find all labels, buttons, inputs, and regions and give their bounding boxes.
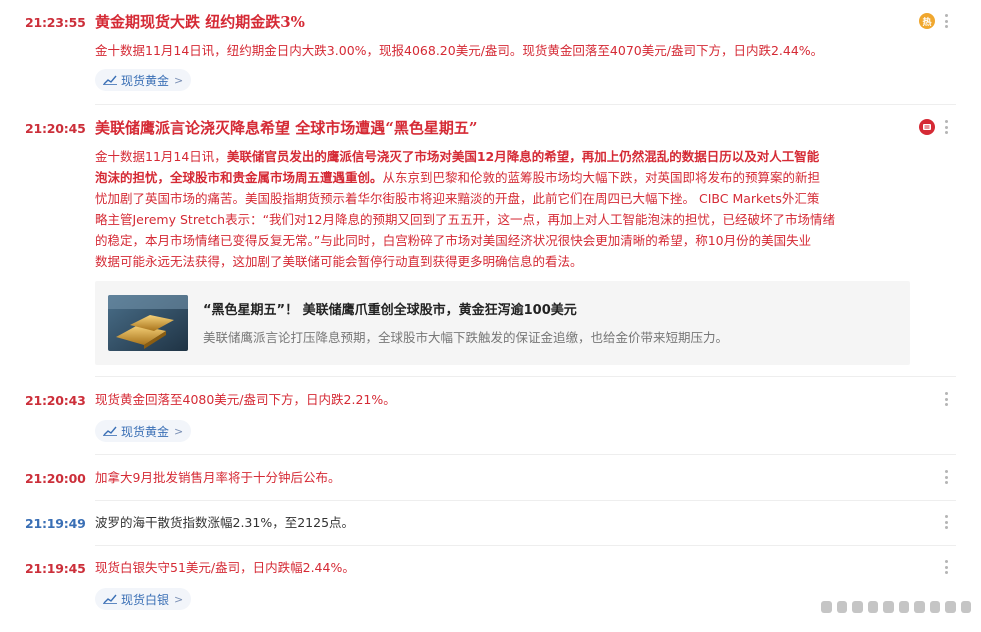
news-text: 现货黄金回落至4080美元/盎司下方，日内跌2.21%。 <box>95 392 396 407</box>
trend-chart-icon <box>103 75 117 85</box>
related-article-card[interactable]: “黑色星期五”！ 美联储鹰爪重创全球股市，黄金狂泻逾100美元 美联储鹰派言论打… <box>95 281 910 365</box>
more-vertical-icon[interactable] <box>940 12 952 30</box>
divider <box>95 500 956 501</box>
news-time: 21:19:49 <box>25 516 86 531</box>
tag-label: 现货黄金 <box>121 73 170 88</box>
more-vertical-icon[interactable] <box>940 390 952 408</box>
news-text: 波罗的海干散货指数涨幅2.31%，至2125点。 <box>95 515 355 530</box>
article-description: 美联储鹰派言论打压降息预期，全球股市大幅下跌触发的保证金追缴，也给金价带来短期压… <box>203 330 729 345</box>
divider <box>95 545 956 546</box>
article-title: “黑色星期五”！ 美联储鹰爪重创全球股市，黄金狂泻逾100美元 <box>203 303 577 318</box>
news-feed: 21:23:55 黄金期现货大跌 纽约期金跌3% 金十数据11月14日讯，纽约期… <box>0 0 981 632</box>
tag-spot-silver[interactable]: 现货白银 > <box>95 588 192 610</box>
news-time: 21:19:45 <box>25 561 86 576</box>
news-headline[interactable]: 美联储鹰派言论浇灭降息希望 全球市场遭遇“黑色星期五” <box>95 118 910 138</box>
more-vertical-icon[interactable] <box>940 118 952 136</box>
tag-label: 现货黄金 <box>121 424 170 439</box>
news-text: 加拿大9月批发销售月率将于十分钟后公布。 <box>95 470 341 485</box>
tag-spot-gold[interactable]: 现货黄金 > <box>95 420 192 442</box>
news-headline[interactable]: 黄金期现货大跌 纽约期金跌3% <box>95 12 910 32</box>
tag-spot-gold[interactable]: 现货黄金 > <box>95 69 192 91</box>
divider <box>95 376 956 377</box>
news-time: 21:20:43 <box>25 393 86 408</box>
trend-chart-icon <box>103 426 117 436</box>
important-badge-icon <box>919 119 935 135</box>
scroll-indicator[interactable] <box>821 594 971 620</box>
article-thumbnail <box>108 295 188 351</box>
news-text: 金十数据11月14日讯，美联储官员发出的鹰派信号浇灭了市场对美国12月降息的希望… <box>95 149 835 269</box>
news-text: 金十数据11月14日讯，纽约期金日内大跌3.00%，现报4068.20美元/盎司… <box>95 43 824 58</box>
more-vertical-icon[interactable] <box>940 468 952 486</box>
more-vertical-icon[interactable] <box>940 513 952 531</box>
chevron-right-icon: > <box>174 424 184 438</box>
chevron-right-icon: > <box>174 73 184 87</box>
divider <box>95 104 956 105</box>
news-text: 现货白银失守51美元/盎司，日内跌幅2.44%。 <box>95 560 355 575</box>
news-time: 21:20:45 <box>25 121 86 136</box>
more-vertical-icon[interactable] <box>940 558 952 576</box>
hot-badge-icon: 热 <box>919 13 935 29</box>
news-time: 21:23:55 <box>25 15 86 30</box>
divider <box>95 454 956 455</box>
chevron-right-icon: > <box>174 592 184 606</box>
trend-chart-icon <box>103 594 117 604</box>
tag-label: 现货白银 <box>121 592 170 607</box>
news-time: 21:20:00 <box>25 471 86 486</box>
